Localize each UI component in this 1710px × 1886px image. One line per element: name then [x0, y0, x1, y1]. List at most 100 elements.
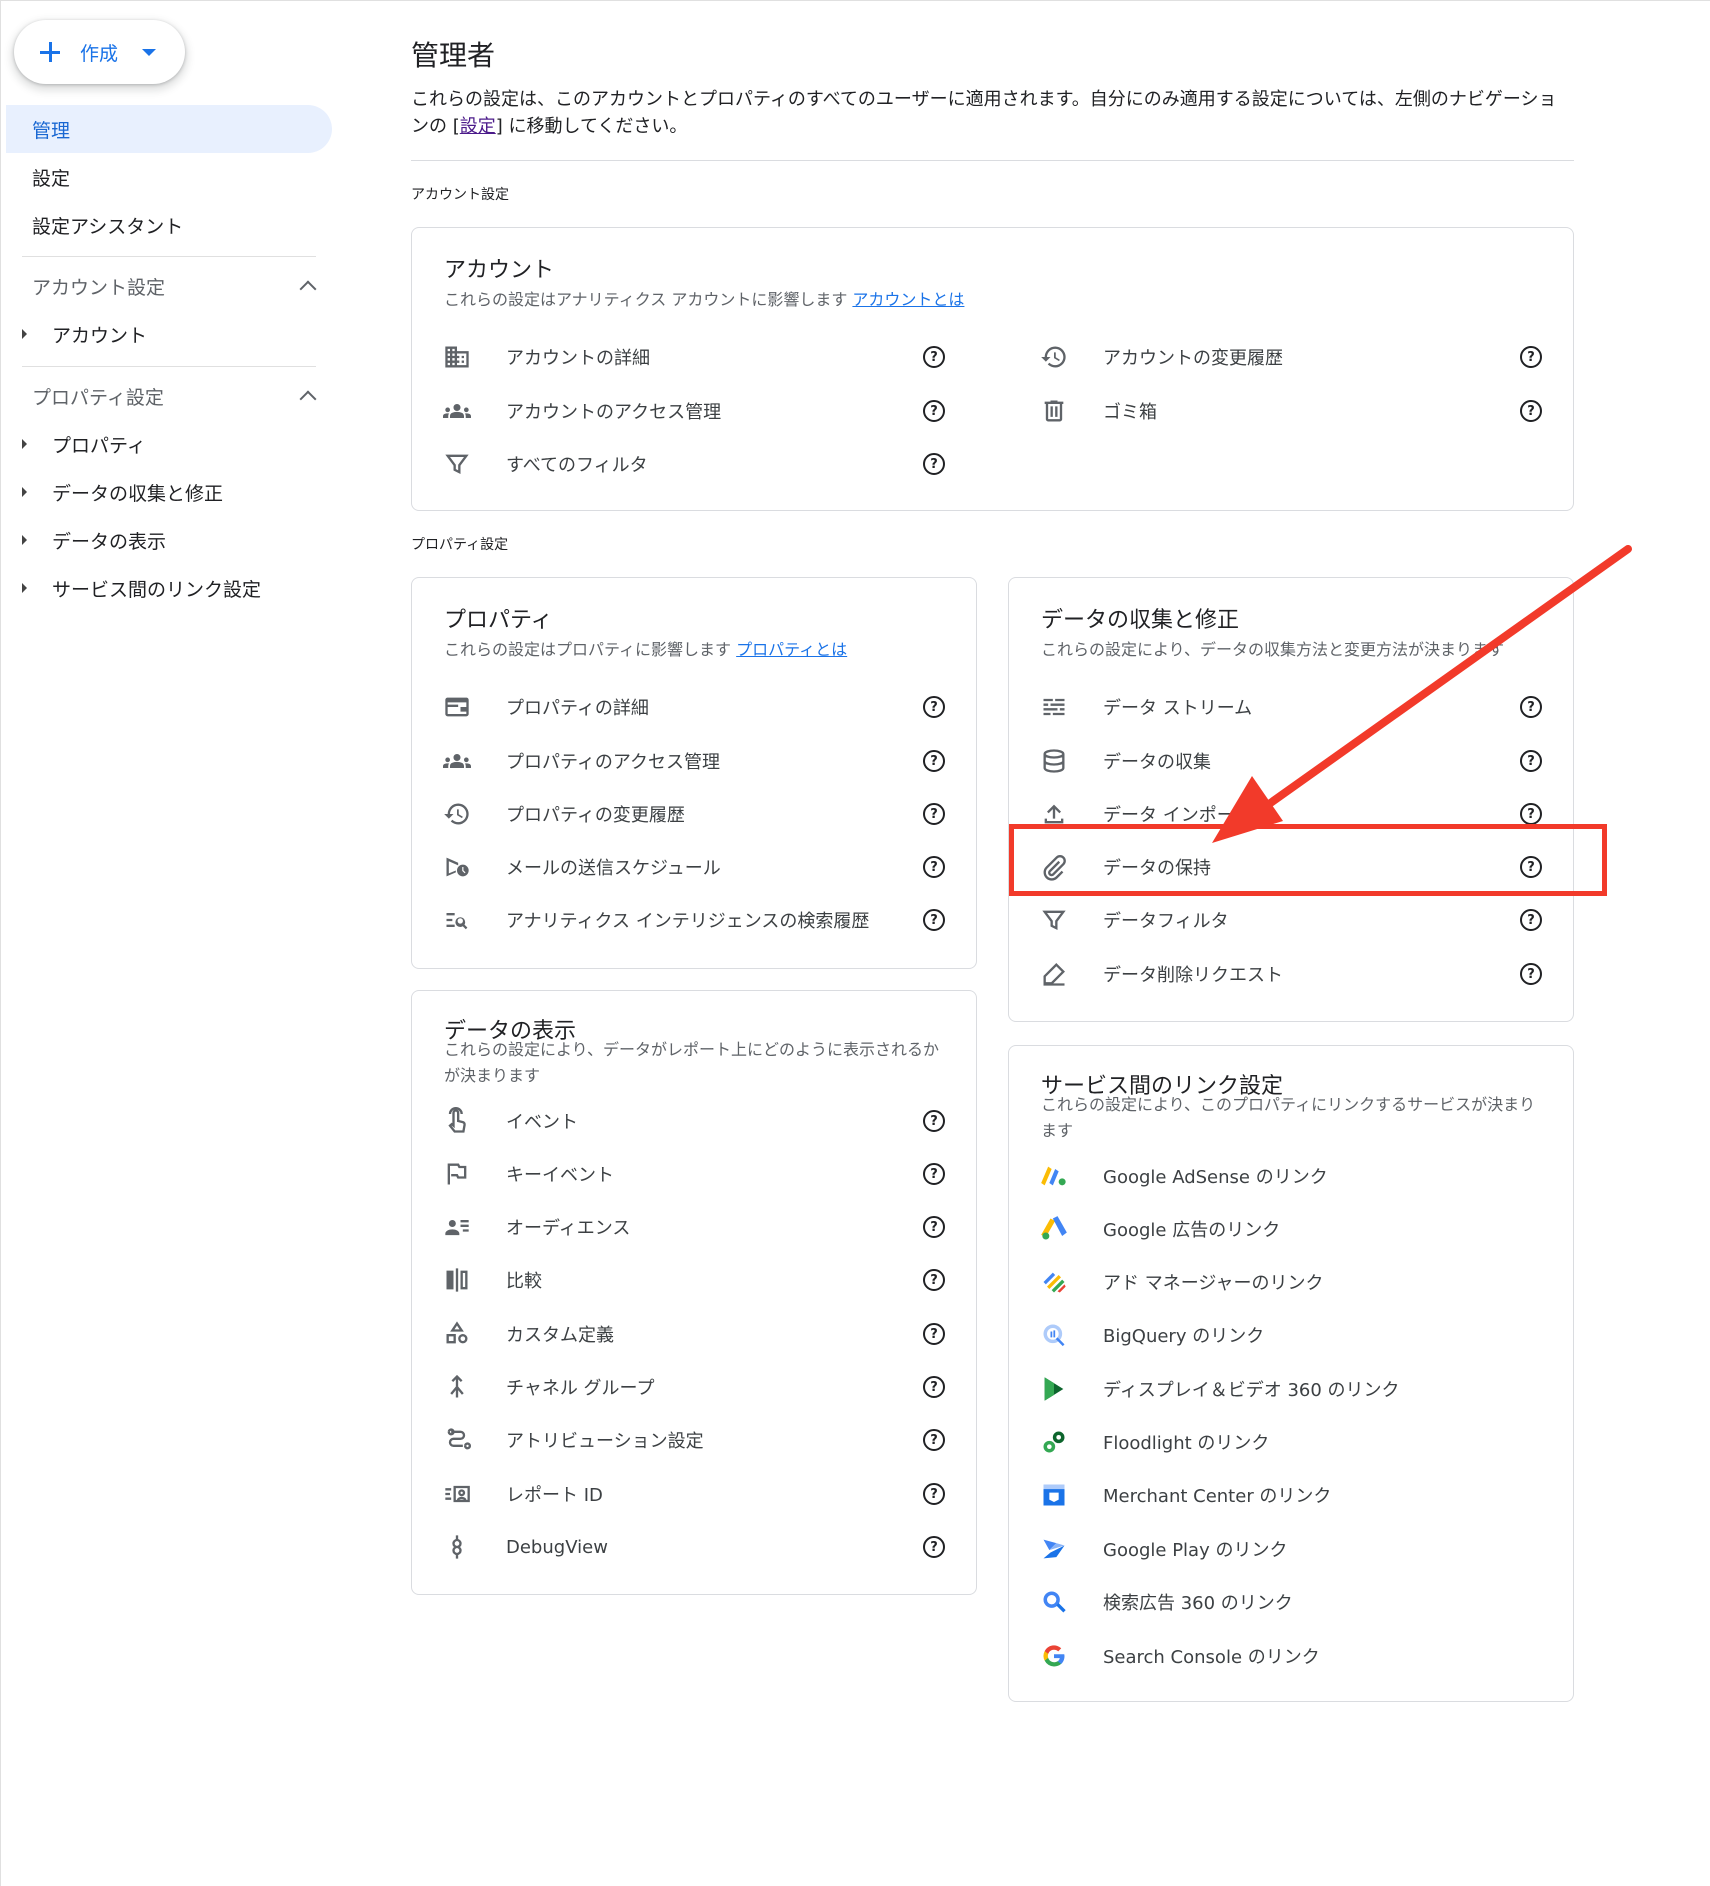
database-icon [1039, 746, 1069, 776]
account-details-row[interactable]: アカウントの詳細 ? [412, 331, 952, 383]
sidebar-sub-product-links[interactable]: サービス間のリンク設定 [22, 568, 322, 608]
property-access-row[interactable]: プロパティのアクセス管理 ? [412, 735, 952, 787]
dv360-link-row[interactable]: ディスプレイ＆ビデオ 360 のリンク [1009, 1363, 1549, 1415]
attribution-settings-row[interactable]: アトリビューション設定 ? [412, 1414, 952, 1466]
row-label: Merchant Center のリンク [1103, 1486, 1332, 1507]
adsense-link-row[interactable]: Google AdSense のリンク [1009, 1150, 1549, 1202]
settings-link[interactable]: 設定 [460, 116, 496, 137]
help-icon[interactable]: ? [1520, 963, 1542, 985]
audiences-row[interactable]: オーディエンス ? [412, 1201, 952, 1253]
account-change-history-row[interactable]: アカウントの変更履歴 ? [1009, 331, 1549, 383]
google-play-link-row[interactable]: Google Play のリンク [1009, 1523, 1549, 1575]
channel-groups-row[interactable]: チャネル グループ ? [412, 1361, 952, 1413]
what-is-property-link[interactable]: プロパティとは [736, 640, 847, 659]
events-row[interactable]: イベント ? [412, 1095, 952, 1147]
search-console-link-row[interactable]: Search Console のリンク [1009, 1630, 1549, 1682]
intelligence-search-history-row[interactable]: アナリティクス インテリジェンスの検索履歴 ? [412, 894, 952, 946]
sidebar-item-setup-assistant[interactable]: 設定アシスタント [6, 201, 332, 249]
row-label: データの保持 [1103, 858, 1211, 879]
row-label: データ削除リクエスト [1103, 965, 1283, 986]
google-ads-link-row[interactable]: Google 広告のリンク [1009, 1203, 1549, 1255]
help-icon[interactable]: ? [1520, 400, 1542, 422]
sidebar-item-settings[interactable]: 設定 [6, 153, 332, 201]
sidebar-sub-property[interactable]: プロパティ [22, 424, 322, 464]
help-icon[interactable]: ? [923, 696, 945, 718]
compare-icon [442, 1265, 472, 1295]
sidebar-section-account[interactable]: アカウント設定 [32, 266, 322, 306]
row-label: アトリビューション設定 [506, 1431, 704, 1452]
debugview-row[interactable]: DebugView ? [412, 1521, 952, 1573]
row-label: プロパティの変更履歴 [506, 805, 685, 826]
sidebar-divider [22, 366, 316, 367]
help-icon[interactable]: ? [923, 1483, 945, 1505]
help-icon[interactable]: ? [1520, 346, 1542, 368]
sidebar-item-admin[interactable]: 管理 [6, 105, 332, 153]
data-streams-row[interactable]: データ ストリーム ? [1009, 681, 1549, 733]
help-icon[interactable]: ? [923, 1216, 945, 1238]
row-label: オーディエンス [506, 1218, 631, 1239]
help-icon[interactable]: ? [923, 750, 945, 772]
help-icon[interactable]: ? [923, 1110, 945, 1132]
help-icon[interactable]: ? [923, 856, 945, 878]
data-collection-row[interactable]: データの収集 ? [1009, 735, 1549, 787]
email-schedule-row[interactable]: メールの送信スケジュール ? [412, 841, 952, 893]
sidebar-sub-label: サービス間のリンク設定 [52, 578, 262, 601]
attachment-icon [1039, 852, 1069, 882]
custom-definitions-row[interactable]: カスタム定義 ? [412, 1308, 952, 1360]
sidebar-sub-data-display[interactable]: データの表示 [22, 520, 322, 560]
sa360-link-row[interactable]: 検索広告 360 のリンク [1009, 1576, 1549, 1628]
report-id-row[interactable]: レポート ID ? [412, 1468, 952, 1520]
sidebar-section-property[interactable]: プロパティ設定 [32, 376, 322, 416]
trash-row[interactable]: ゴミ箱 ? [1009, 385, 1549, 437]
create-button[interactable]: 作成 [14, 20, 185, 84]
help-icon[interactable]: ? [1520, 909, 1542, 931]
merchant-center-link-row[interactable]: Merchant Center のリンク [1009, 1469, 1549, 1521]
data-import-row[interactable]: データ インポート ? [1009, 788, 1549, 840]
data-retention-row[interactable]: データの保持 ? [1009, 841, 1549, 893]
help-icon[interactable]: ? [923, 1163, 945, 1185]
building-icon [442, 342, 472, 372]
data-collection-card: データの収集と修正 これらの設定により、データの収集方法と変更方法が決まります … [1008, 577, 1574, 1022]
help-icon[interactable]: ? [923, 1269, 945, 1291]
all-filters-row[interactable]: すべてのフィルタ ? [412, 438, 952, 490]
route-icon [442, 1425, 472, 1455]
help-icon[interactable]: ? [923, 400, 945, 422]
row-label: ゴミ箱 [1103, 402, 1157, 423]
help-icon[interactable]: ? [1520, 856, 1542, 878]
row-label: チャネル グループ [506, 1378, 655, 1399]
help-icon[interactable]: ? [1520, 696, 1542, 718]
row-label: Google AdSense のリンク [1103, 1167, 1328, 1188]
dv360-icon [1039, 1374, 1069, 1404]
data-deletion-request-row[interactable]: データ削除リクエスト ? [1009, 948, 1549, 1000]
floodlight-icon [1039, 1427, 1069, 1457]
card-description: これらの設定により、このプロパティにリンクするサービスが決まります [1041, 1095, 1536, 1140]
help-icon[interactable]: ? [923, 1536, 945, 1558]
row-label: ディスプレイ＆ビデオ 360 のリンク [1103, 1380, 1400, 1401]
help-icon[interactable]: ? [923, 453, 945, 475]
card-title: プロパティ [444, 608, 553, 633]
account-access-row[interactable]: アカウントのアクセス管理 ? [412, 385, 952, 437]
property-details-row[interactable]: プロパティの詳細 ? [412, 681, 952, 733]
merge-icon [442, 1372, 472, 1402]
property-change-history-row[interactable]: プロパティの変更履歴 ? [412, 788, 952, 840]
help-icon[interactable]: ? [923, 1323, 945, 1345]
floodlight-link-row[interactable]: Floodlight のリンク [1009, 1416, 1549, 1468]
help-icon[interactable]: ? [1520, 750, 1542, 772]
help-icon[interactable]: ? [923, 909, 945, 931]
history-icon [442, 799, 472, 829]
help-icon[interactable]: ? [923, 803, 945, 825]
property-card: プロパティ これらの設定はプロパティに影響します プロパティとは プロパティの詳… [411, 577, 977, 969]
what-is-account-link[interactable]: アカウントとは [852, 290, 964, 309]
help-icon[interactable]: ? [923, 1429, 945, 1451]
help-icon[interactable]: ? [923, 346, 945, 368]
help-icon[interactable]: ? [1520, 803, 1542, 825]
sidebar-sub-account[interactable]: アカウント [22, 314, 322, 354]
data-filters-row[interactable]: データフィルタ ? [1009, 894, 1549, 946]
key-events-row[interactable]: キーイベント ? [412, 1148, 952, 1200]
comparisons-row[interactable]: 比較 ? [412, 1254, 952, 1306]
bigquery-link-row[interactable]: BigQuery のリンク [1009, 1309, 1549, 1361]
ad-manager-link-row[interactable]: アド マネージャーのリンク [1009, 1256, 1549, 1308]
sidebar-sub-data-collection[interactable]: データの収集と修正 [22, 472, 322, 512]
sidebar-item-label: 管理 [32, 119, 71, 142]
help-icon[interactable]: ? [923, 1376, 945, 1398]
